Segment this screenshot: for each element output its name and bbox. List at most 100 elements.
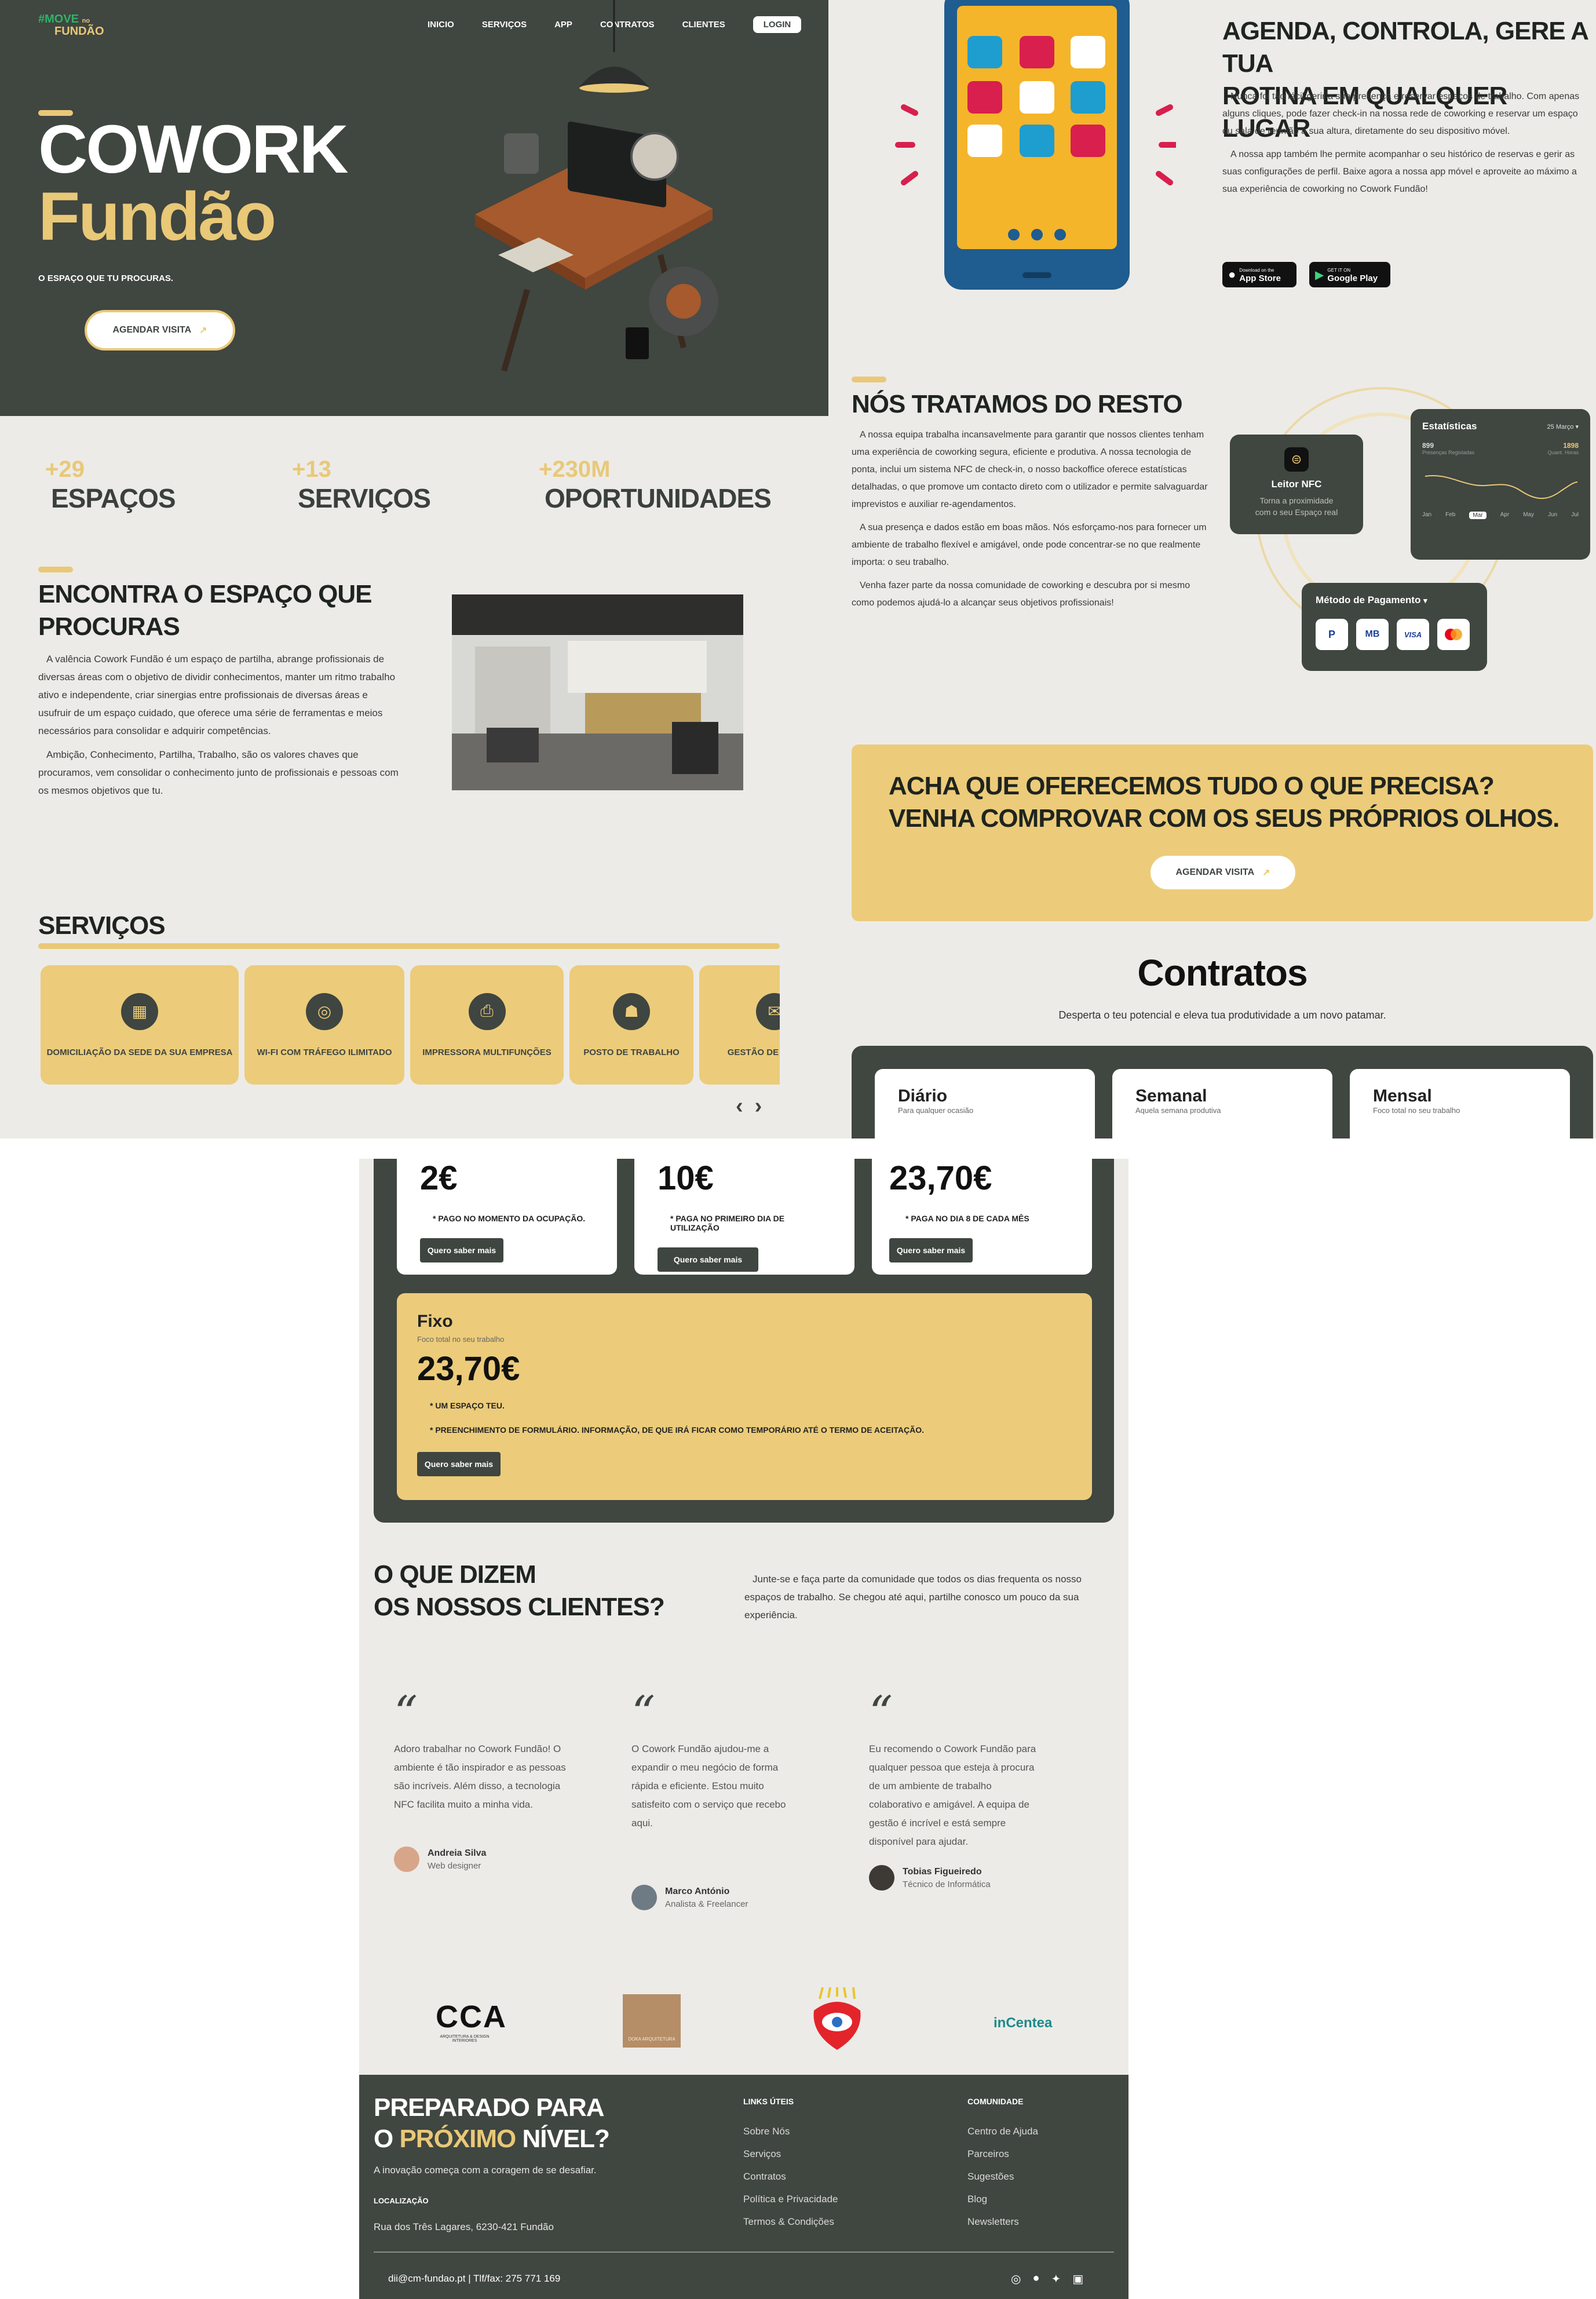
service-card-workstation[interactable]: ☗ POSTO DE TRABALHO bbox=[569, 965, 693, 1085]
plan-card-mensal-bottom[interactable]: 23,70€ * PAGA NO DIA 8 DE CADA MÊS Quero… bbox=[872, 1159, 1092, 1275]
logo-text-bottom: FUNDÃO bbox=[54, 25, 104, 38]
stat-spaces-number: +29 bbox=[45, 457, 85, 482]
hero-schedule-visit-button[interactable]: AGENDAR VISITA ↗ bbox=[85, 310, 235, 351]
testimonials-title-l2: OS NOSSOS CLIENTES? bbox=[374, 1593, 665, 1621]
twitter-icon[interactable]: ✦ bbox=[1051, 2272, 1061, 2286]
plan-card-semanal-bottom[interactable]: 10€ * PAGA NO PRIMEIRO DIA DE UTILIZAÇÃO… bbox=[634, 1159, 854, 1275]
app-store-button[interactable]: ● Download on the App Store bbox=[1222, 262, 1296, 287]
find-space-text: A valência Cowork Fundão é um espaço de … bbox=[38, 650, 403, 800]
service-card-printer[interactable]: ⎙ IMPRESSORA MULTIFUNÇÕES bbox=[410, 965, 564, 1085]
appstore-text: App Store bbox=[1239, 273, 1281, 283]
footer-link-terms[interactable]: Termos & Condições bbox=[743, 2216, 838, 2228]
testimonial-card: “ O Cowork Fundão ajudou-me a expandir o… bbox=[631, 1686, 805, 1910]
stats-label-1: Presenças Registadas bbox=[1422, 450, 1475, 455]
footer-link-partners[interactable]: Parceiros bbox=[967, 2148, 1038, 2160]
google-play-button[interactable]: ▶ GET IT ON Google Play bbox=[1309, 262, 1390, 287]
service-card-domiciliation[interactable]: ▦ DOMICILIAÇÃO DA SEDE DA SUA EMPRESA bbox=[41, 965, 239, 1085]
nfc-title: Leitor NFC bbox=[1271, 479, 1322, 490]
testimonials-title-l1: O QUE DIZEM bbox=[374, 1560, 536, 1589]
services-carousel[interactable]: ▦ DOMICILIAÇÃO DA SEDE DA SUA EMPRESA ◎ … bbox=[38, 965, 780, 1087]
apple-icon: ● bbox=[1228, 267, 1236, 282]
partner-logo-incentea[interactable]: inCentea bbox=[994, 2015, 1052, 2031]
logo-text-top: #MOVE bbox=[38, 13, 79, 25]
cta-schedule-visit-button[interactable]: AGENDAR VISITA ↗ bbox=[1151, 856, 1295, 889]
avatar bbox=[869, 1865, 894, 1891]
partner-logo-cca[interactable]: CCA ARQUITETURA & DESIGN INTERIORES bbox=[436, 1999, 507, 2043]
stats-date-select[interactable]: 25 Março ▾ bbox=[1547, 423, 1579, 430]
plan-note: * PAGA NO DIA 8 DE CADA MÊS bbox=[905, 1214, 1029, 1223]
footer-link-suggestions[interactable]: Sugestões bbox=[967, 2171, 1038, 2183]
multibanco-icon[interactable]: MB bbox=[1356, 619, 1389, 650]
quote-icon: “ bbox=[631, 1686, 655, 1740]
plan-note-1: * UM ESPAÇO TEU. bbox=[430, 1401, 505, 1410]
testimonial-quote: Eu recomendo o Cowork Fundão para qualqu… bbox=[869, 1743, 1036, 1847]
nfc-desc-l2: com o seu Espaço real bbox=[1255, 508, 1338, 517]
rest-section-text: A nossa equipa trabalha incansavelmente … bbox=[852, 426, 1214, 612]
paypal-icon[interactable]: P bbox=[1316, 619, 1348, 650]
footer-link-privacy[interactable]: Política e Privacidade bbox=[743, 2194, 838, 2205]
footer-community-links: Centro de Ajuda Parceiros Sugestões Blog… bbox=[967, 2126, 1038, 2228]
plan-more-button[interactable]: Quero saber mais bbox=[889, 1238, 973, 1262]
section-accent-bar bbox=[852, 377, 886, 382]
service-card-label: WI-FI COM TRÁFEGO ILIMITADO bbox=[257, 1047, 392, 1057]
plan-card-semanal[interactable]: Semanal Aquela semana produtiva bbox=[1112, 1069, 1332, 1138]
partner-logo-mouth[interactable] bbox=[808, 1987, 866, 2054]
find-space-title: ENCONTRA O ESPAÇO QUE PROCURAS bbox=[38, 578, 444, 643]
find-space-paragraph-2: Ambição, Conhecimento, Partilha, Trabalh… bbox=[38, 749, 399, 796]
plan-name: Diário bbox=[898, 1086, 948, 1105]
stat-spaces-label: ESPAÇOS bbox=[51, 483, 176, 513]
stat-opportunities: +230M OPORTUNIDADES bbox=[539, 457, 772, 514]
partner-logo-doka[interactable]: DOKA ARQUITETURA bbox=[623, 1994, 681, 2048]
find-space-paragraph-1: A valência Cowork Fundão é um espaço de … bbox=[38, 654, 396, 736]
login-button[interactable]: LOGIN bbox=[753, 16, 802, 33]
month-label: Apr bbox=[1500, 512, 1510, 518]
building-icon: ▦ bbox=[121, 992, 158, 1030]
wifi-icon: ◎ bbox=[306, 992, 343, 1030]
facebook-icon[interactable]: ● bbox=[1032, 2272, 1039, 2286]
plan-card-diario[interactable]: Diário Para qualquer ocasião bbox=[875, 1069, 1095, 1138]
plan-more-button[interactable]: Quero saber mais bbox=[658, 1247, 758, 1272]
footer-title-highlight: PRÓXIMO bbox=[399, 2125, 516, 2153]
service-card-wifi[interactable]: ◎ WI-FI COM TRÁFEGO ILIMITADO bbox=[244, 965, 404, 1085]
month-label-active[interactable]: Mar bbox=[1469, 512, 1487, 519]
month-label: May bbox=[1523, 512, 1535, 518]
app-section-text: Nunca foi tão fácil gerir a sua presença… bbox=[1222, 88, 1584, 198]
service-card-mail[interactable]: ✉ GESTÃO DE CORREIO bbox=[699, 965, 780, 1085]
mastercard-icon[interactable] bbox=[1437, 619, 1470, 650]
google-play-icon: ▶ bbox=[1315, 268, 1324, 282]
stat-opportunities-number: +230M bbox=[539, 457, 611, 482]
brand-logo[interactable]: #MOVE no FUNDÃO bbox=[38, 13, 104, 38]
plan-more-button[interactable]: Quero saber mais bbox=[420, 1238, 503, 1262]
plan-price: 10€ bbox=[658, 1159, 714, 1197]
stat-opportunities-label: OPORTUNIDADES bbox=[545, 483, 772, 513]
chevron-down-icon[interactable]: ▾ bbox=[1423, 596, 1427, 605]
linkedin-icon[interactable]: ▣ bbox=[1072, 2272, 1083, 2286]
plan-card-diario-bottom[interactable]: 2€ * PAGO NO MOMENTO DA OCUPAÇÃO. Quero … bbox=[397, 1159, 617, 1275]
chevron-left-icon[interactable]: ‹ bbox=[736, 1094, 743, 1119]
plan-card-mensal[interactable]: Mensal Foco total no seu trabalho bbox=[1350, 1069, 1570, 1138]
instagram-icon[interactable]: ◎ bbox=[1011, 2272, 1021, 2286]
stat-services-label: SERVIÇOS bbox=[298, 483, 431, 513]
plan-card-fixo[interactable]: Fixo Foco total no seu trabalho 23,70€ *… bbox=[397, 1293, 1092, 1500]
services-accent-bar bbox=[38, 943, 780, 949]
footer-link-blog[interactable]: Blog bbox=[967, 2194, 1038, 2205]
footer-link-contracts[interactable]: Contratos bbox=[743, 2171, 838, 2183]
footer-link-newsletters[interactable]: Newsletters bbox=[967, 2216, 1038, 2228]
footer-location-label: LOCALIZAÇÃO bbox=[374, 2196, 429, 2205]
plan-desc: Aquela semana produtiva bbox=[1135, 1106, 1221, 1115]
cca-logo-subtext: ARQUITETURA & DESIGN INTERIORES bbox=[440, 2035, 490, 2043]
hero-title-line1: COWORK bbox=[38, 111, 349, 188]
footer-link-services[interactable]: Serviços bbox=[743, 2148, 838, 2160]
visa-icon[interactable]: VISA bbox=[1397, 619, 1429, 650]
arrow-up-right-icon: ↗ bbox=[1262, 868, 1270, 878]
hero-section: #MOVE no FUNDÃO INICIO SERVIÇOS APP CONT… bbox=[0, 0, 828, 416]
chevron-right-icon[interactable]: › bbox=[755, 1094, 762, 1119]
visa-label: VISA bbox=[1404, 630, 1422, 639]
plan-name: Semanal bbox=[1135, 1086, 1207, 1105]
stats-label-2: Quant. Horas bbox=[1547, 450, 1579, 455]
footer-link-about[interactable]: Sobre Nós bbox=[743, 2126, 838, 2137]
plan-more-button[interactable]: Quero saber mais bbox=[417, 1452, 501, 1476]
month-label: Feb bbox=[1445, 512, 1456, 518]
people-icon: ☗ bbox=[613, 992, 650, 1030]
footer-link-help[interactable]: Centro de Ajuda bbox=[967, 2126, 1038, 2137]
